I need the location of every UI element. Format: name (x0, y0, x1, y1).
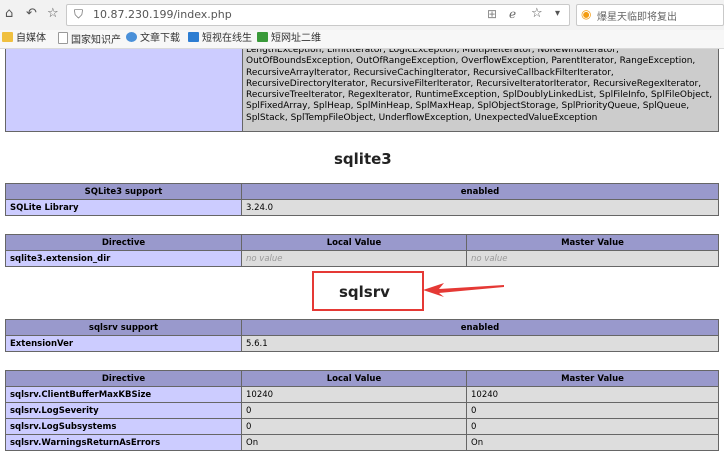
url-text: 10.87.230.199/index.php (93, 8, 232, 21)
table-header: Master Value (466, 234, 719, 251)
app-icon (257, 32, 268, 42)
sqlsrv-directive-table: Directive Local Value Master Value sqlsr… (5, 370, 719, 451)
star-icon[interactable]: ☆ (47, 6, 59, 22)
home-icon[interactable]: ⌂ (5, 6, 13, 22)
local-value: On (241, 434, 467, 451)
spl-classes-row: LengthException, LimitIterator, LogicExc… (5, 49, 719, 132)
favorite-icon[interactable]: ☆ (531, 6, 543, 22)
local-value: 0 (241, 418, 467, 435)
directive-name: sqlsrv.ClientBufferMaxKBSize (5, 386, 242, 403)
sqlsrv-support-table: sqlsrv support enabled ExtensionVer 5.6.… (5, 319, 719, 352)
search-box[interactable]: ◉ 爆星天临即将复出 (576, 4, 724, 26)
master-value: 0 (466, 418, 719, 435)
bookmark-item[interactable]: 文章下载 (126, 32, 180, 46)
table-header: SQLite3 support (5, 183, 242, 200)
sqlite3-support-table: SQLite3 support enabled SQLite Library 3… (5, 183, 719, 216)
row-value: 3.24.0 (241, 199, 719, 216)
edge-icon[interactable]: ℯ (509, 6, 516, 22)
directive-name: sqlsrv.LogSubsystems (5, 418, 242, 435)
table-header: Local Value (241, 370, 467, 387)
bookmark-item[interactable]: 国家知识产 (58, 32, 121, 46)
row-label: ExtensionVer (5, 335, 242, 352)
browser-toolbar: ⌂ ↶ ☆ ⛉ 10.87.230.199/index.php ⊞ ℯ ☆ ▾ … (0, 0, 724, 31)
shield-icon: ⛉ (74, 7, 84, 21)
directive-name: sqlsrv.WarningsReturnAsErrors (5, 434, 242, 451)
grid-icon[interactable]: ⊞ (487, 6, 497, 22)
globe-icon (126, 32, 137, 42)
arrow-annotation (423, 283, 504, 297)
table-header: Local Value (241, 234, 467, 251)
table-header: Directive (5, 234, 242, 251)
master-value: On (466, 434, 719, 451)
bookmarks-bar: 自媒体 国家知识产 文章下载 短视在线生 短网址二维 (0, 30, 724, 49)
directive-name: sqlite3.extension_dir (5, 250, 242, 267)
search-text: 爆星天临即将复出 (597, 12, 677, 23)
local-value: no value (241, 250, 467, 267)
app-icon (188, 32, 199, 42)
table-header: Directive (5, 370, 242, 387)
bookmark-item[interactable]: 自媒体 (2, 32, 46, 46)
spl-classes-list: LengthException, LimitIterator, LogicExc… (246, 49, 713, 123)
search-icon: ◉ (581, 7, 592, 21)
annotation-highlight-box: sqlsrv (312, 271, 424, 311)
back-icon[interactable]: ↶ (26, 6, 37, 22)
table-header: Master Value (466, 370, 719, 387)
sqlite3-directive-table: Directive Local Value Master Value sqlit… (5, 234, 719, 267)
master-value: no value (466, 250, 719, 267)
address-bar[interactable]: ⛉ 10.87.230.199/index.php ⊞ ℯ ☆ ▾ (66, 4, 570, 26)
section-title-sqlite3: sqlite3 (334, 150, 392, 168)
table-header: enabled (241, 319, 719, 336)
page-icon (58, 32, 68, 44)
master-value: 0 (466, 402, 719, 419)
row-label: SQLite Library (5, 199, 242, 216)
page-content: LengthException, LimitIterator, LogicExc… (0, 49, 724, 467)
master-value: 10240 (466, 386, 719, 403)
bookmark-item[interactable]: 短视在线生 (188, 32, 252, 46)
table-header: enabled (241, 183, 719, 200)
section-title-sqlsrv: sqlsrv (339, 283, 390, 301)
local-value: 0 (241, 402, 467, 419)
directive-name: sqlsrv.LogSeverity (5, 402, 242, 419)
table-header: sqlsrv support (5, 319, 242, 336)
dropdown-icon[interactable]: ▾ (555, 6, 560, 22)
local-value: 10240 (241, 386, 467, 403)
folder-icon (2, 32, 13, 42)
bookmark-item[interactable]: 短网址二维 (257, 32, 321, 46)
spl-classes-label-cell (6, 49, 243, 131)
row-value: 5.6.1 (241, 335, 719, 352)
